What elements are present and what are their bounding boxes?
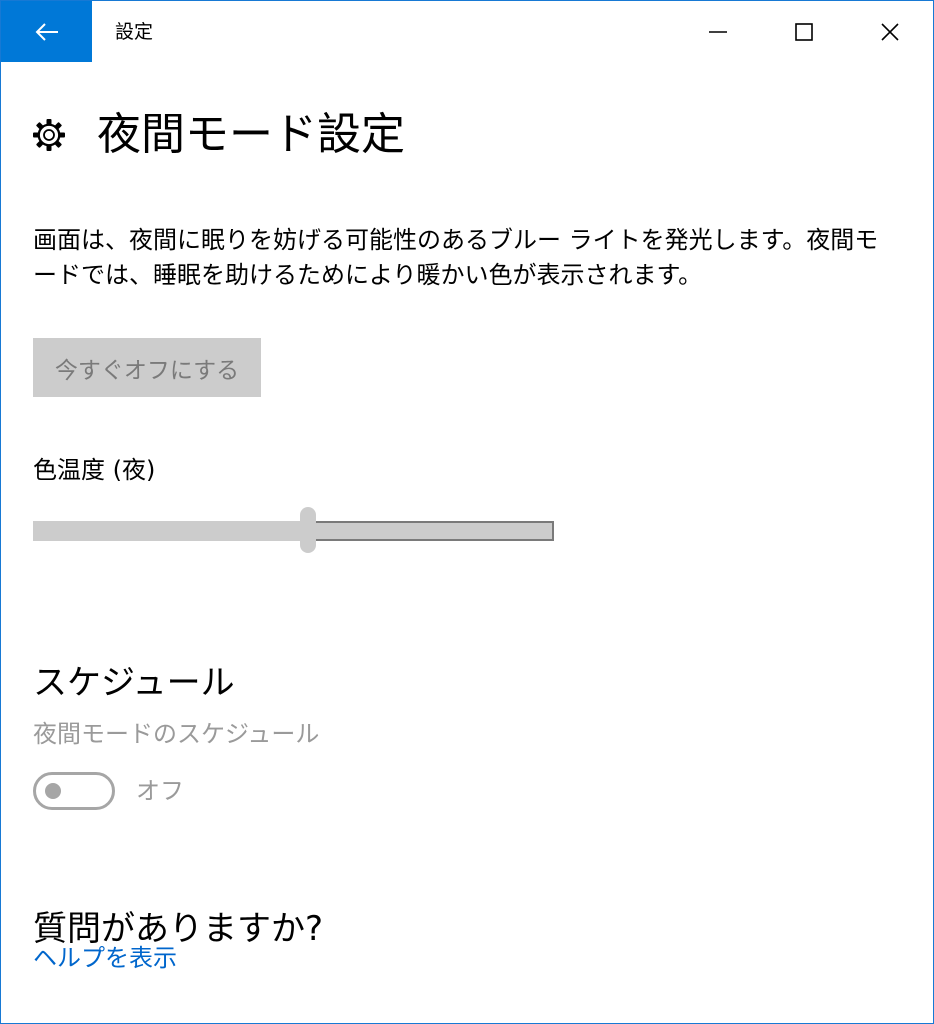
maximize-button[interactable]	[761, 1, 847, 62]
app-title: 設定	[115, 21, 154, 43]
slider-track-filled	[33, 521, 308, 541]
slider-thumb[interactable]	[300, 507, 316, 553]
minimize-button[interactable]	[675, 1, 761, 62]
back-button[interactable]	[1, 1, 92, 62]
schedule-label: 夜間モードのスケジュール	[33, 720, 320, 748]
color-temperature-label: 色温度 (夜)	[33, 456, 156, 484]
maximize-icon	[795, 22, 813, 41]
page-title: 夜間モード設定	[97, 109, 405, 160]
page-header: 夜間モード設定	[31, 105, 405, 165]
help-link[interactable]: ヘルプを表示	[33, 941, 177, 975]
close-icon	[881, 22, 899, 41]
schedule-heading: スケジュール	[33, 663, 235, 704]
toggle-knob	[45, 783, 61, 799]
toggle-state-label: オフ	[136, 777, 184, 805]
slider-track-remaining	[308, 521, 554, 541]
schedule-toggle[interactable]	[33, 772, 115, 810]
color-temperature-slider[interactable]	[33, 507, 554, 553]
page-description: 画面は、夜間に眠りを妨げる可能性のあるブルー ライトを発光します。夜間モードでは…	[33, 226, 879, 289]
close-button[interactable]	[847, 1, 933, 62]
gear-icon	[33, 119, 65, 151]
title-bar: 設定	[1, 1, 933, 62]
minimize-icon	[709, 30, 727, 33]
arrow-left-icon	[35, 22, 58, 41]
turn-off-now-button[interactable]: 今すぐオフにする	[33, 338, 261, 397]
settings-window: 設定 夜間モード設定 画面は、夜間に眠りを妨げる可能性のあるブルー ライトを発光…	[0, 0, 934, 1024]
